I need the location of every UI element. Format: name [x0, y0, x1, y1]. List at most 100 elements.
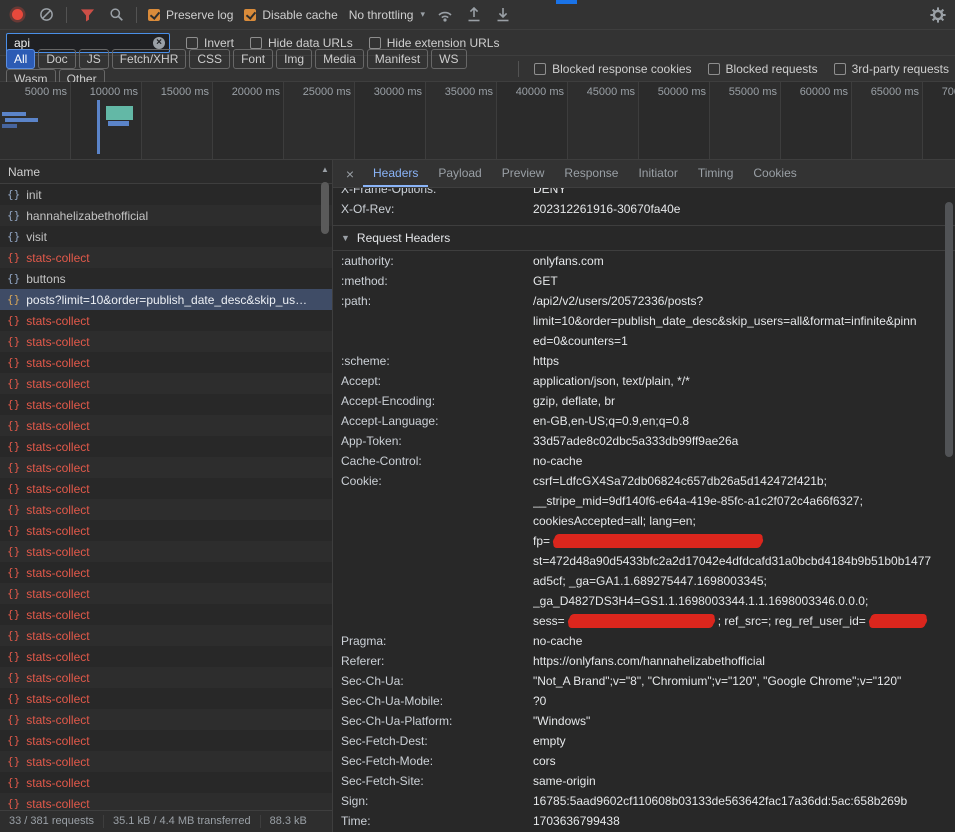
request-row[interactable]: {}posts?limit=10&order=publish_date_desc…: [0, 289, 332, 310]
checkbox-unchecked-icon: [834, 63, 846, 75]
redaction-scribble: [552, 536, 764, 546]
timeline-label: 45000 ms: [587, 86, 635, 98]
record-button[interactable]: [8, 6, 26, 24]
name-column-header[interactable]: Name: [0, 160, 332, 184]
filter-chip-doc[interactable]: Doc: [38, 49, 75, 69]
header-value-text: cookiesAccepted=all; lang=en;: [533, 514, 696, 528]
filter-chip-css[interactable]: CSS: [189, 49, 230, 69]
clear-network-log-button[interactable]: [37, 6, 55, 24]
request-row[interactable]: {}stats-collect: [0, 625, 332, 646]
clear-filter-icon[interactable]: ×: [153, 37, 165, 49]
request-row[interactable]: {}stats-collect: [0, 709, 332, 730]
timeline-overview[interactable]: 5000 ms10000 ms15000 ms20000 ms25000 ms3…: [0, 82, 955, 160]
request-row[interactable]: {}stats-collect: [0, 247, 332, 268]
request-row[interactable]: {}visit: [0, 226, 332, 247]
request-row[interactable]: {}stats-collect: [0, 310, 332, 331]
3rd-party-requests-label: 3rd-party requests: [852, 62, 949, 76]
filter-chip-js[interactable]: JS: [79, 49, 109, 69]
tab-payload[interactable]: Payload: [428, 160, 491, 187]
blocked-requests-checkbox[interactable]: Blocked requests: [708, 62, 818, 76]
hide-extension-urls-checkbox[interactable]: Hide extension URLs: [369, 36, 500, 50]
filter-chip-manifest[interactable]: Manifest: [367, 49, 428, 69]
request-row[interactable]: {}stats-collect: [0, 457, 332, 478]
network-conditions-button[interactable]: [436, 6, 454, 24]
request-row[interactable]: {}stats-collect: [0, 751, 332, 772]
throttling-value: No throttling: [349, 8, 414, 22]
scrollbar-thumb[interactable]: [321, 182, 329, 234]
header-value-line: no-cache: [533, 451, 955, 471]
triangle-down-icon: ▼: [341, 233, 350, 243]
request-row[interactable]: {}stats-collect: [0, 352, 332, 373]
header-row: Referer:https://onlyfans.com/hannaheliza…: [333, 651, 955, 671]
request-row[interactable]: {}stats-collect: [0, 373, 332, 394]
filter-chip-img[interactable]: Img: [276, 49, 312, 69]
hide-data-urls-checkbox[interactable]: Hide data URLs: [250, 36, 353, 50]
type-filter-bar: AllDocJSFetch/XHRCSSFontImgMediaManifest…: [0, 56, 955, 82]
blocked-response-cookies-checkbox[interactable]: Blocked response cookies: [534, 62, 691, 76]
request-row[interactable]: {}stats-collect: [0, 772, 332, 793]
filter-chip-all[interactable]: All: [6, 49, 35, 69]
request-name: stats-collect: [26, 629, 89, 643]
close-details-icon[interactable]: ×: [337, 160, 363, 187]
request-row[interactable]: {}stats-collect: [0, 646, 332, 667]
search-button[interactable]: [107, 6, 125, 24]
3rd-party-requests-checkbox[interactable]: 3rd-party requests: [834, 62, 949, 76]
tab-initiator[interactable]: Initiator: [628, 160, 687, 187]
request-row[interactable]: {}stats-collect: [0, 688, 332, 709]
request-row[interactable]: {}stats-collect: [0, 562, 332, 583]
request-row[interactable]: {}stats-collect: [0, 478, 332, 499]
header-value-line: 1703636799438: [533, 811, 955, 831]
tab-timing[interactable]: Timing: [688, 160, 744, 187]
invert-checkbox[interactable]: Invert: [186, 36, 234, 50]
request-row[interactable]: {}stats-collect: [0, 583, 332, 604]
request-row[interactable]: {}stats-collect: [0, 499, 332, 520]
request-row[interactable]: {}stats-collect: [0, 415, 332, 436]
request-row[interactable]: {}stats-collect: [0, 541, 332, 562]
tab-cookies[interactable]: Cookies: [743, 160, 806, 187]
settings-gear-icon[interactable]: [929, 6, 947, 24]
scrollbar-thumb[interactable]: [945, 202, 953, 457]
filter-chip-ws[interactable]: WS: [431, 49, 466, 69]
timeline-label: 60000 ms: [800, 86, 848, 98]
preserve-log-checkbox[interactable]: Preserve log: [148, 8, 233, 22]
request-row[interactable]: {}init: [0, 184, 332, 205]
header-value-line: ad5cf; _ga=GA1.1.689275447.1698003345;: [533, 571, 955, 591]
import-har-button[interactable]: [494, 6, 512, 24]
header-value: gzip, deflate, br: [533, 391, 955, 411]
request-row[interactable]: {}stats-collect: [0, 520, 332, 541]
tab-preview[interactable]: Preview: [492, 160, 555, 187]
request-row[interactable]: {}stats-collect: [0, 667, 332, 688]
throttling-select[interactable]: No throttling ▾: [349, 8, 425, 22]
request-headers-section[interactable]: ▼ Request Headers: [333, 225, 955, 251]
request-row[interactable]: {}stats-collect: [0, 394, 332, 415]
header-value-line: cors: [533, 751, 955, 771]
scroll-up-icon[interactable]: ▲: [321, 165, 329, 174]
header-row: App-Token:33d57ade8c02dbc5a333db99ff9ae2…: [333, 431, 955, 451]
details-scrollbar[interactable]: [944, 190, 954, 832]
export-har-button[interactable]: [465, 6, 483, 24]
request-row[interactable]: {}stats-collect: [0, 604, 332, 625]
overview-activity-bar: [2, 124, 17, 128]
tab-headers[interactable]: Headers: [363, 160, 428, 187]
request-list-scrollbar[interactable]: ▲: [319, 160, 331, 810]
response-headers-tail: X-Frame-Options:DENYX-Of-Rev:20231226191…: [333, 188, 955, 219]
request-row[interactable]: {}stats-collect: [0, 436, 332, 457]
json-braces-icon: {}: [7, 566, 20, 579]
request-row[interactable]: {}stats-collect: [0, 331, 332, 352]
filter-chip-font[interactable]: Font: [233, 49, 273, 69]
header-name: App-Token:: [341, 431, 533, 451]
request-row[interactable]: {}hannahelizabethofficial: [0, 205, 332, 226]
request-row[interactable]: {}stats-collect: [0, 730, 332, 751]
filter-chip-media[interactable]: Media: [315, 49, 364, 69]
hide-data-urls-label: Hide data URLs: [268, 36, 353, 50]
filter-button[interactable]: [78, 6, 96, 24]
request-row[interactable]: {}buttons: [0, 268, 332, 289]
json-braces-icon: {}: [7, 545, 20, 558]
json-braces-icon: {}: [7, 209, 20, 222]
header-row: X-Of-Rev:202312261916-30670fa40e: [333, 199, 955, 219]
disable-cache-checkbox[interactable]: Disable cache: [244, 8, 337, 22]
tab-response[interactable]: Response: [554, 160, 628, 187]
request-row[interactable]: {}stats-collect: [0, 793, 332, 810]
header-name: Accept:: [341, 371, 533, 391]
filter-chip-fetch-xhr[interactable]: Fetch/XHR: [112, 49, 187, 69]
